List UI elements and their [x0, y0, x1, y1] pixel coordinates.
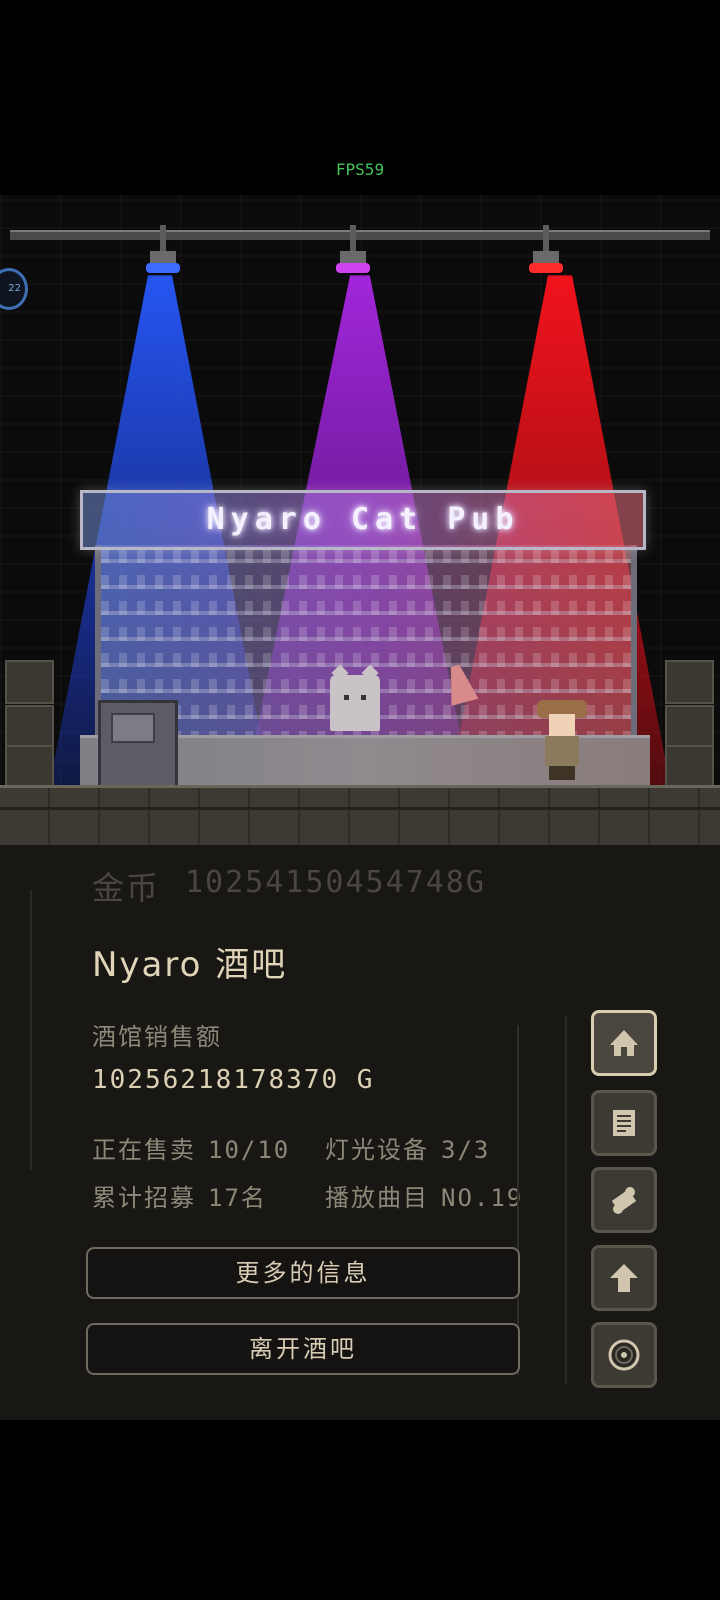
upgrade-button[interactable]: [591, 1245, 657, 1311]
scroll-button[interactable]: [591, 1167, 657, 1233]
track-value: NO.19: [441, 1184, 524, 1212]
lighting-label: 灯光设备: [325, 1136, 429, 1164]
crate: [665, 745, 714, 789]
music-button[interactable]: [591, 1322, 657, 1388]
blue-spotlight: [146, 225, 180, 277]
pub-sign-text: Nyaro Cat Pub: [206, 502, 520, 537]
selling-stat: 正在售卖 10/10: [92, 1130, 290, 1165]
crate: [5, 745, 54, 789]
crate: [5, 660, 54, 704]
lighting-stat: 灯光设备 3/3: [325, 1130, 490, 1165]
sales-value: 10256218178370 G: [92, 1065, 375, 1095]
fps-counter: FPS59: [335, 160, 385, 179]
bar-scene: Nyaro Cat Pub: [0, 195, 720, 845]
gold-value: 102541504547​48G: [185, 865, 486, 900]
recruited-stat: 累计招募 17名: [92, 1178, 267, 1213]
arrow-up-icon: [610, 1264, 638, 1292]
selling-value: 10/10: [208, 1136, 291, 1164]
red-spotlight: [529, 225, 563, 277]
home-icon: [610, 1030, 638, 1056]
bar-info-panel: 金币 102541504547​48G Nyaro 酒吧 酒馆销售额 10256…: [0, 845, 720, 1420]
lighting-value: 3/3: [441, 1136, 491, 1164]
scroll-icon: [611, 1187, 637, 1214]
wooden-floor: [0, 785, 720, 845]
pub-sign: Nyaro Cat Pub: [80, 490, 646, 550]
leave-bar-button[interactable]: 离开酒吧: [86, 1323, 520, 1375]
recruited-label: 累计招募: [92, 1184, 196, 1212]
document-button[interactable]: [591, 1090, 657, 1156]
bar-name: Nyaro 酒吧: [92, 945, 288, 985]
sales-label: 酒馆销售额: [92, 1023, 222, 1051]
record-icon: [608, 1339, 640, 1371]
cat-bartender[interactable]: [330, 664, 380, 731]
track-label: 播放曲目: [325, 1184, 429, 1212]
jukebox-machine[interactable]: [98, 700, 178, 792]
track-stat: 播放曲目 NO.19: [325, 1178, 523, 1213]
gold-label: 金币: [92, 869, 161, 907]
more-info-button[interactable]: 更多的信息: [86, 1247, 520, 1299]
player-character: [535, 700, 587, 780]
selling-label: 正在售卖: [92, 1136, 196, 1164]
home-button[interactable]: [591, 1010, 657, 1076]
purple-spotlight: [336, 225, 370, 277]
document-icon: [613, 1110, 635, 1136]
recruited-value: 17名: [208, 1184, 267, 1212]
crate: [665, 705, 714, 749]
crate: [665, 660, 714, 704]
crate: [5, 705, 54, 749]
